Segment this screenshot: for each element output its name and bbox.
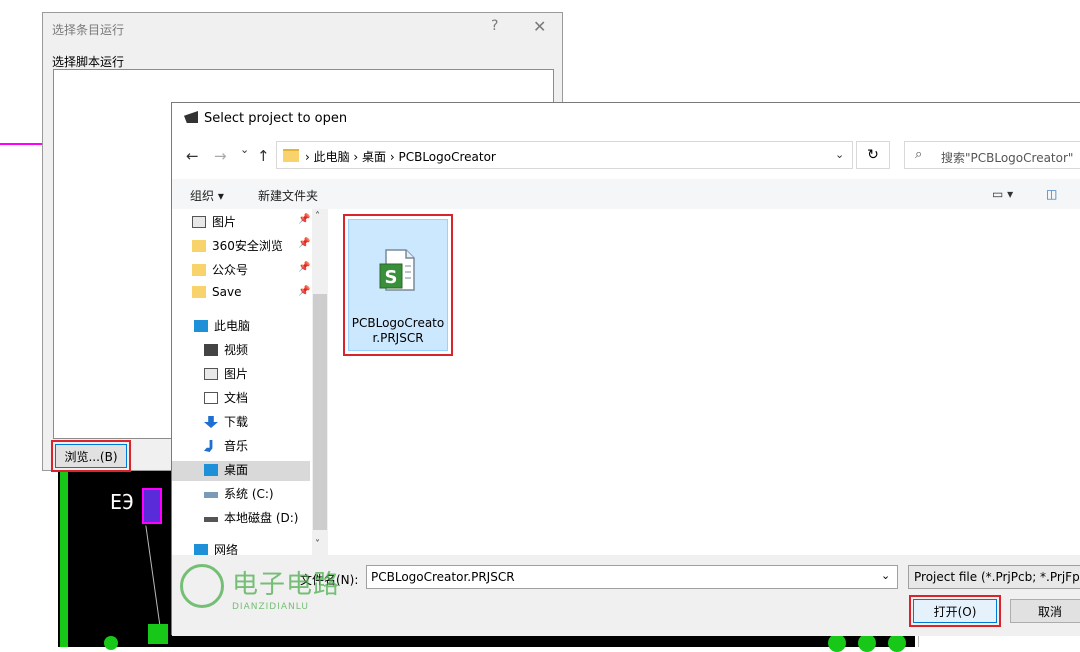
run-script-label: 选择脚本运行: [52, 55, 125, 69]
pcb-silkscreen-label: ЕЭ: [110, 490, 135, 514]
pin-icon: 📌: [298, 214, 311, 225]
nav-item-pictures-pinned[interactable]: 图片 📌: [192, 213, 310, 233]
nav-item-this-pc[interactable]: 此电脑: [194, 317, 250, 337]
pin-icon: 📌: [298, 262, 311, 273]
search-placeholder: 搜索"PCBLogoCreator": [941, 151, 1074, 165]
pcb-ratsnest-line: [145, 525, 162, 635]
scroll-thumb[interactable]: [313, 294, 327, 530]
preview-pane-icon[interactable]: ◫: [1046, 187, 1057, 201]
music-note-icon: [204, 440, 213, 452]
dialog-title: Select project to open: [184, 111, 347, 126]
folder-icon: [192, 264, 206, 276]
download-arrow-icon: [204, 416, 218, 428]
nav-item-documents[interactable]: 文档: [204, 389, 248, 409]
nav-item-pictures[interactable]: 图片: [204, 365, 248, 385]
folder-icon: [192, 286, 206, 298]
close-icon[interactable]: ✕: [533, 17, 546, 36]
file-type-value: Project file (*.PrjPcb; *.PrjFpg: [914, 570, 1080, 584]
nav-item-music[interactable]: 音乐: [204, 437, 248, 457]
nav-item-videos[interactable]: 视频: [204, 341, 248, 361]
file-name-label: PCBLogoCreato r.PRJSCR: [351, 316, 445, 345]
video-icon: [204, 344, 218, 356]
pcb-component: [142, 488, 162, 524]
app-icon: [184, 111, 198, 123]
chevron-down-icon[interactable]: ⌄: [881, 569, 890, 582]
dialog-title-text: Select project to open: [204, 111, 348, 126]
run-dialog-title: 选择条目运行: [52, 23, 125, 37]
search-input[interactable]: ⌕ 搜索"PCBLogoCreator": [904, 141, 1080, 169]
file-item-pcblogocreator[interactable]: S PCBLogoCreato r.PRJSCR: [343, 214, 453, 356]
watermark-logo: 电子电路 DIANZIDIANLU: [178, 560, 368, 622]
filename-input[interactable]: PCBLogoCreator.PRJSCR ⌄: [366, 565, 898, 589]
breadcrumb[interactable]: › 此电脑 › 桌面 › PCBLogoCreator: [305, 148, 496, 165]
nav-item-gongzhonghao[interactable]: 公众号 📌: [192, 261, 310, 281]
pcb-pad: [888, 634, 906, 652]
nav-item-save[interactable]: Save 📌: [192, 285, 310, 305]
organize-menu[interactable]: 组织 ▾: [190, 187, 224, 204]
watermark-text: 电子电路: [232, 570, 341, 600]
address-bar[interactable]: › 此电脑 › 桌面 › PCBLogoCreator ⌄: [276, 141, 853, 169]
document-icon: [204, 392, 218, 404]
desktop-icon: [204, 464, 218, 476]
view-options-icon[interactable]: ▭ ▾: [992, 187, 1013, 201]
computer-icon: [194, 320, 208, 332]
pcb-pad: [858, 634, 876, 652]
watermark-subtext: DIANZIDIANLU: [232, 602, 309, 612]
lightbulb-logo-icon: [180, 564, 224, 608]
back-arrow-icon[interactable]: ←: [186, 147, 199, 165]
filename-value: PCBLogoCreator.PRJSCR: [371, 570, 515, 584]
picture-icon: [192, 216, 206, 228]
nav-item-desktop[interactable]: 桌面: [172, 461, 310, 481]
command-bar: 组织 ▾ 新建文件夹 ▭ ▾ ◫: [172, 179, 1080, 209]
chevron-down-icon[interactable]: ⌄: [835, 148, 844, 161]
folder-icon: [283, 149, 299, 162]
script-project-file-icon: S: [379, 249, 415, 291]
file-list-pane[interactable]: S PCBLogoCreato r.PRJSCR: [328, 209, 1080, 555]
nav-item-drive-c[interactable]: 系统 (C:): [204, 485, 274, 505]
pin-icon: 📌: [298, 286, 311, 297]
navigation-bar: ← → ⌄ ↑ › 此电脑 › 桌面 › PCBLogoCreator ⌄ ↻ …: [172, 141, 1080, 171]
new-folder-button[interactable]: 新建文件夹: [258, 187, 318, 204]
pcb-pad: [148, 624, 168, 644]
refresh-icon[interactable]: ↻: [856, 141, 890, 169]
navigation-pane: 图片 📌 360安全浏览 📌 公众号 📌 Save 📌 此电脑 视频 图片 文档…: [172, 209, 328, 557]
file-type-select[interactable]: Project file (*.PrjPcb; *.PrjFpg: [908, 565, 1080, 589]
scroll-up-icon[interactable]: ˄: [315, 211, 320, 222]
recent-locations-icon[interactable]: ⌄: [240, 143, 249, 156]
scroll-down-icon[interactable]: ˅: [315, 539, 320, 550]
pin-icon: 📌: [298, 238, 311, 249]
cancel-button[interactable]: 取消: [1010, 599, 1080, 623]
browse-button[interactable]: 浏览...(B): [51, 440, 131, 472]
help-icon[interactable]: ?: [491, 18, 498, 34]
pcb-pad: [104, 636, 118, 650]
pcb-pad: [828, 634, 846, 652]
nav-item-drive-d[interactable]: 本地磁盘 (D:): [204, 509, 298, 529]
forward-arrow-icon[interactable]: →: [214, 147, 227, 165]
pcb-trace: [60, 470, 68, 647]
nav-item-360-browser[interactable]: 360安全浏览 📌: [192, 237, 310, 257]
search-icon: ⌕: [915, 147, 923, 162]
open-project-dialog: Select project to open ← → ⌄ ↑ › 此电脑 › 桌…: [171, 102, 1080, 636]
drive-icon: [204, 492, 218, 498]
drive-icon: [204, 517, 218, 522]
nav-scrollbar[interactable]: ˄ ˅: [312, 209, 328, 555]
svg-text:S: S: [385, 267, 398, 288]
open-button[interactable]: 打开(O): [909, 595, 1001, 627]
folder-icon: [192, 240, 206, 252]
up-arrow-icon[interactable]: ↑: [257, 147, 270, 165]
picture-icon: [204, 368, 218, 380]
nav-item-downloads[interactable]: 下载: [204, 413, 248, 433]
